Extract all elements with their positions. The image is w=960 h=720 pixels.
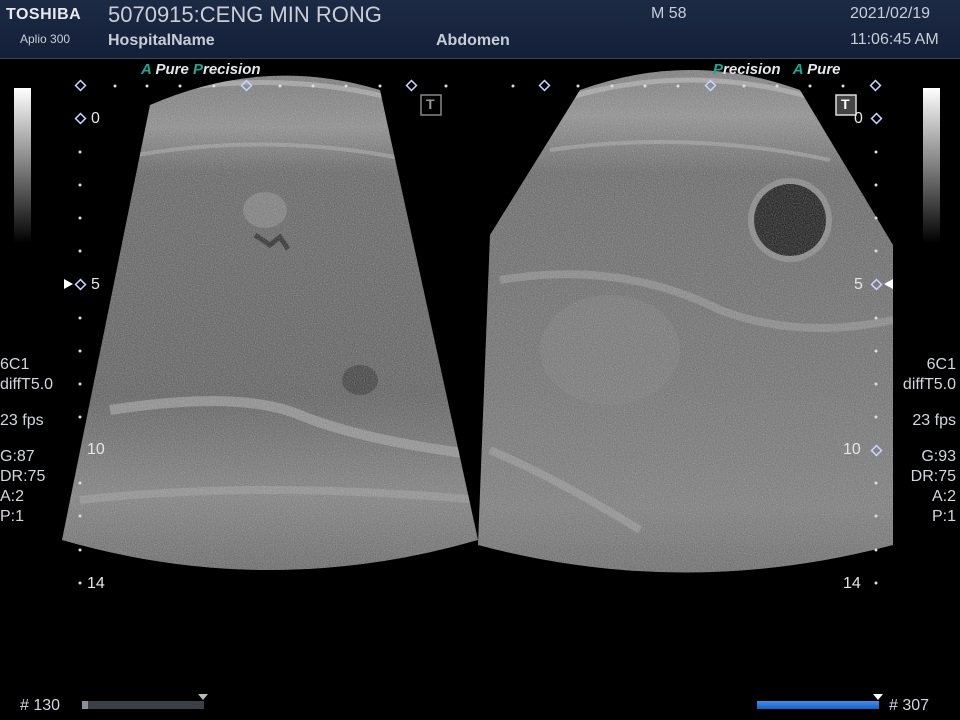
hospital-name: HospitalName [108,32,215,49]
left-depth-label-10: 10 [87,441,105,458]
left-cine-bar[interactable] [82,701,204,709]
right-gain: G:93 [921,448,956,465]
left-focus-arrow-icon [64,279,73,289]
right-param-panel: 6C1 diffT5.0 23 fps G:93 DR:75 A:2 P:1 [903,355,956,527]
right-dr: DR:75 [910,468,956,485]
left-param-panel: 6C1 diffT5.0 23 fps G:87 DR:75 A:2 P:1 [0,355,53,527]
right-frame-number: # 307 [889,697,930,714]
right-mode: diffT5.0 [902,376,956,393]
left-fps: 23 fps [0,412,44,429]
patient-id-name: 5070915:CENG MIN RONG [108,2,382,27]
exam-date: 2021/02/19 [850,5,931,22]
right-cine-bar[interactable] [757,701,879,709]
left-p: P:1 [0,508,25,525]
right-grayscale-bar [923,88,940,243]
right-a: A:2 [931,488,956,505]
right-fps: 23 fps [912,412,956,429]
left-ultrasound-image [62,75,478,571]
exam-time: 11:06:45 AM [850,31,939,48]
brand-logo: TOSHIBA [6,6,82,23]
left-a: A:2 [0,488,25,505]
right-p: P:1 [931,508,956,525]
right-depth-label-14: 14 [843,575,861,592]
left-frame-number: # 130 [20,697,61,714]
left-depth-label-5: 5 [91,276,100,293]
right-depth-label-5: 5 [854,276,863,293]
left-probe: 6C1 [0,356,30,373]
left-depth-label-0: 0 [91,110,100,127]
left-cine-cursor-icon[interactable] [198,694,208,700]
right-probe: 6C1 [926,356,956,373]
right-ultrasound-image [478,70,893,573]
exam-type: Abdomen [436,32,510,49]
right-cine-cursor-icon[interactable] [873,694,883,700]
left-dr: DR:75 [0,468,46,485]
right-depth-label-0: 0 [854,110,863,127]
right-tech-tag: Precision A Pure [713,61,841,78]
left-gain: G:87 [0,448,35,465]
info-header: TOSHIBA Aplio 300 5070915:CENG MIN RONG … [0,0,960,59]
left-grayscale-bar [14,88,31,243]
patient-sex-age: M 58 [651,5,687,22]
right-depth-label-10: 10 [843,441,861,458]
left-t-marker: T [426,96,435,112]
ultrasound-dual-view [14,70,940,585]
device-model: Aplio 300 [20,32,71,46]
left-mode: diffT5.0 [0,376,54,393]
left-depth-label-14: 14 [87,575,105,592]
left-tech-tag: A Pure Precision [141,61,261,78]
right-t-marker: T [841,96,850,112]
